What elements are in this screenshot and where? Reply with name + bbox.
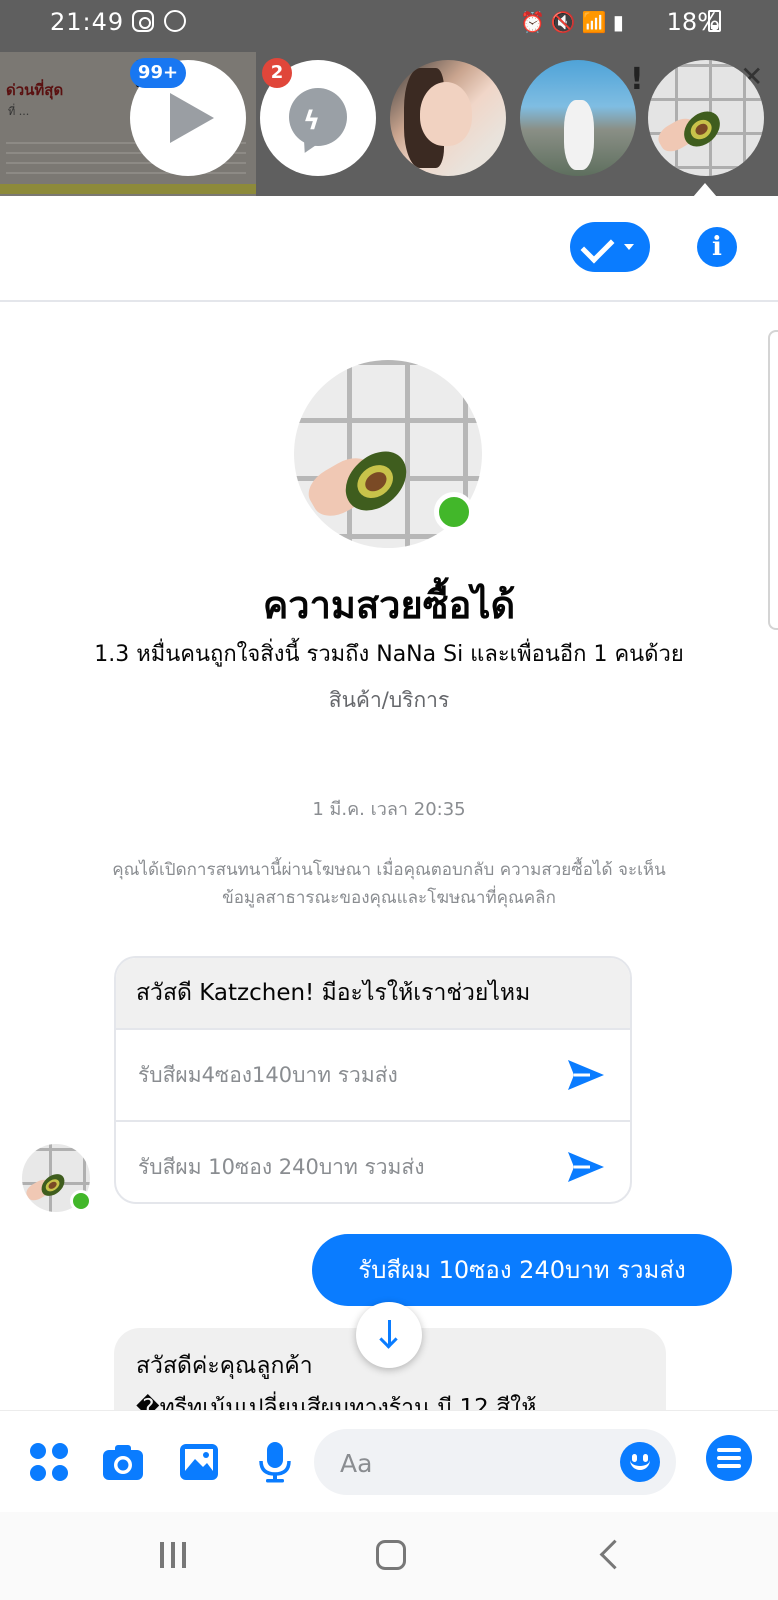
quick-reply-label: รับสีผม4ซอง140บาท รวมส่ง xyxy=(138,1063,398,1087)
chat-head-active-page[interactable] xyxy=(648,60,764,176)
apps-icon[interactable] xyxy=(28,1441,70,1483)
gallery-icon[interactable] xyxy=(178,1441,220,1483)
send-icon[interactable] xyxy=(566,1150,606,1184)
background-title-fragment-right: ! xyxy=(630,62,644,97)
home-icon[interactable] xyxy=(376,1540,406,1570)
composer-bar xyxy=(0,1410,778,1512)
chevron-down-icon xyxy=(624,244,634,250)
incoming-message-line: สวัสดีค่ะคุณลูกค้า xyxy=(136,1353,313,1379)
quick-reply-label: รับสีผม 10ซอง 240บาท รวมส่ง xyxy=(138,1155,425,1179)
back-icon[interactable] xyxy=(599,1539,630,1570)
unread-badge-video: 99+ xyxy=(130,58,186,88)
mark-done-button[interactable] xyxy=(570,222,650,272)
info-icon[interactable]: i xyxy=(697,227,737,267)
greeting-card: สวัสดี Katzchen! มีอะไรให้เราช่วยไหม รับ… xyxy=(114,956,632,1204)
message-timestamp: 1 มี.ค. เวลา 20:35 xyxy=(312,799,466,820)
background-highlight xyxy=(0,184,256,194)
play-icon xyxy=(170,93,214,143)
scroll-to-bottom-button[interactable] xyxy=(356,1302,422,1368)
message-input-container[interactable] xyxy=(314,1429,676,1495)
arrow-down-icon xyxy=(388,1320,391,1346)
unread-badge-messenger: 2 xyxy=(262,58,292,88)
page-likes: 1.3 หมื่นคนถูกใจสิ่งนี้ รวมถึง NaNa Si แ… xyxy=(94,642,684,667)
overlay-top-strip: ด่วนที่สุด ที่ ... ( ! ✕ 21:49 ⏰🔇📶▮ 18% … xyxy=(0,0,778,196)
battery-icon xyxy=(708,10,721,32)
active-head-pointer xyxy=(693,183,717,196)
quick-reply-2[interactable]: รับสีผม 10ซอง 240บาท รวมส่ง xyxy=(116,1120,630,1202)
page-name: ความสวยซื้อได้ xyxy=(262,583,516,627)
quick-reply-1[interactable]: รับสีผม4ซอง140บาท รวมส่ง xyxy=(116,1028,630,1120)
chat-panel: i ความสวยซื้อได้ 1.3 หมื่นคนถูกใจสิ่งนี้… xyxy=(0,196,778,1512)
header-divider xyxy=(0,300,778,302)
recent-apps-icon[interactable] xyxy=(160,1542,190,1568)
messenger-icon xyxy=(164,10,186,32)
send-icon[interactable] xyxy=(566,1058,606,1092)
chat-head-contact-2[interactable] xyxy=(520,60,636,176)
mic-icon[interactable] xyxy=(254,1441,296,1483)
background-subtext: ที่ ... xyxy=(8,105,30,118)
emoji-icon[interactable] xyxy=(620,1442,660,1482)
message-input[interactable] xyxy=(338,1443,592,1483)
status-icons: ⏰🔇📶▮ xyxy=(520,10,630,34)
check-icon xyxy=(580,229,615,264)
sender-online-indicator xyxy=(70,1190,92,1212)
online-indicator xyxy=(434,492,474,532)
outgoing-message[interactable]: รับสีผม 10ซอง 240บาท รวมส่ง xyxy=(312,1234,732,1306)
camera-icon[interactable] xyxy=(102,1441,144,1483)
menu-icon[interactable] xyxy=(706,1435,752,1481)
instagram-icon xyxy=(132,10,154,32)
system-nav-bar xyxy=(0,1512,778,1600)
page-category: สินค้า/บริการ xyxy=(328,688,450,712)
greeting-title: สวัสดี Katzchen! มีอะไรให้เราช่วยไหม xyxy=(116,958,630,1028)
background-headline: ด่วนที่สุด xyxy=(6,81,64,99)
status-time: 21:49 xyxy=(50,8,125,36)
chat-head-contact-1[interactable] xyxy=(390,60,506,176)
ad-notice: คุณได้เปิดการสนทนานี้ผ่านโฆษณา เมื่อคุณต… xyxy=(112,860,666,908)
